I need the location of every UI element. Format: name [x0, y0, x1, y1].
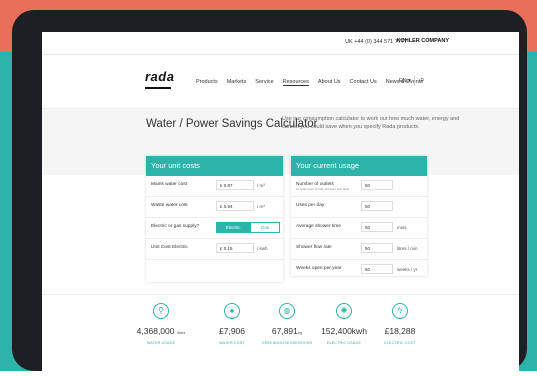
shower-time-input[interactable]: 50 [361, 222, 393, 232]
outlets-label: Number of outlets (in total count of both… [296, 182, 364, 191]
flow-rate-row: Shower flow rate 50 litres / min [291, 239, 427, 260]
kohler-logo[interactable]: KOHLER COMPANY [397, 38, 449, 44]
drop-icon: ● [224, 303, 240, 319]
supply-row: Electric or gas supply? Electric Gas [146, 218, 283, 239]
screen: UK +44 (0) 344 571 7777 KOHLER COMPANY r… [42, 32, 519, 377]
results-strip: ⚲ 4,368,000 litres WATER USAGE ● £7,906 … [42, 294, 519, 377]
weeks-unit: weeks / yr [397, 267, 418, 272]
logo-underline [145, 87, 171, 89]
emissions-unit: kg [297, 330, 303, 335]
stat-water-usage: ⚲ 4,368,000 litres WATER USAGE [126, 303, 196, 345]
water-usage-caption: WATER USAGE [146, 341, 176, 345]
usage-header: Your current usage [291, 156, 427, 176]
electric-cost-caption: ELECTRIC COST [384, 341, 416, 345]
waste-water-row: Waste water cost £ 0.94 / m³ [146, 197, 283, 218]
tablet-frame: UK +44 (0) 344 571 7777 KOHLER COMPANY r… [12, 10, 527, 377]
usage-panel: Your current usage Number of outlets (in … [291, 156, 427, 276]
supply-label: Electric or gas supply? [151, 224, 200, 229]
outlets-row: Number of outlets (in total count of both… [291, 176, 427, 197]
bolt-icon: ϟ [392, 303, 408, 319]
mains-water-input[interactable]: £ 0.87 [216, 180, 254, 190]
globe-icon: ◍ [279, 303, 295, 319]
water-usage-number: 4,368,000 [136, 326, 175, 336]
waste-water-unit: / m³ [257, 204, 265, 209]
nav-contact[interactable]: Contact Us [350, 79, 377, 86]
nav-service[interactable]: Service [255, 79, 273, 86]
nav-markets[interactable]: Markets [227, 79, 247, 86]
stat-electric-cost: ϟ £18,288 ELECTRIC COST [365, 303, 435, 345]
menu: Products Markets Service Resources About… [196, 79, 423, 86]
nav-divider [414, 76, 415, 86]
intro-text: Use our consumption calculator to work o… [282, 116, 460, 130]
uses-input[interactable]: 50 [361, 201, 393, 211]
unit-cost-electric-unit: / kwh [257, 246, 268, 251]
weeks-label: Weeks open per year [296, 266, 342, 271]
shower-time-row: Average shower time 50 mins [291, 218, 427, 239]
shower-time-unit: mins [397, 225, 407, 230]
outlets-note: (in total count of both showers and taps… [296, 187, 350, 191]
emissions-number: 67,891 [271, 326, 298, 336]
electric-cost-value: £18,288 [384, 326, 416, 336]
top-bar: UK +44 (0) 344 571 7777 KOHLER COMPANY [42, 32, 519, 55]
waste-water-label: Waste water cost [151, 203, 188, 208]
shower-time-label: Average shower time [296, 224, 341, 229]
weeks-input[interactable]: 50 [361, 264, 393, 274]
mains-water-row: Mains water cost £ 0.87 / m³ [146, 176, 283, 197]
unit-cost-electric-label: Unit Cost Electric [151, 245, 188, 250]
mains-water-label: Mains water cost [151, 182, 187, 187]
bulb-icon: ✺ [336, 303, 352, 319]
waste-water-input[interactable]: £ 0.94 [216, 201, 254, 211]
water-usage-unit: litres [176, 330, 186, 335]
rada-logo[interactable]: rada [145, 69, 174, 84]
tap-icon: ⚲ [153, 303, 169, 319]
weeks-row: Weeks open per year 50 weeks / yr [291, 260, 427, 280]
unit-costs-header: Your unit costs [146, 156, 283, 176]
gas-toggle[interactable]: Gas [250, 222, 280, 233]
unit-cost-electric-input[interactable]: £ 0.15 [216, 243, 254, 253]
nav-resources[interactable]: Resources [282, 79, 309, 86]
unit-costs-panel: Your unit costs Mains water cost £ 0.87 … [146, 156, 283, 282]
language-select[interactable]: EN ▾ [399, 78, 411, 84]
unit-cost-electric-row: Unit Cost Electric £ 0.15 / kwh [146, 239, 283, 260]
flow-rate-unit: litres / min [397, 246, 418, 251]
mains-water-unit: / m³ [257, 183, 265, 188]
search-icon[interactable]: ⌕ [420, 75, 424, 85]
outlets-input[interactable]: 50 [361, 180, 393, 190]
flow-rate-label: Shower flow rate [296, 245, 332, 250]
uses-row: Uses per day 50 [291, 197, 427, 218]
nav-about[interactable]: About Us [318, 79, 341, 86]
electric-toggle[interactable]: Electric [216, 222, 250, 233]
water-usage-value: 4,368,000 litres [126, 326, 196, 336]
main-nav: rada Products Markets Service Resources … [42, 54, 519, 109]
nav-products[interactable]: Products [196, 79, 218, 86]
flow-rate-input[interactable]: 50 [361, 243, 393, 253]
uses-label: Uses per day [296, 203, 325, 208]
